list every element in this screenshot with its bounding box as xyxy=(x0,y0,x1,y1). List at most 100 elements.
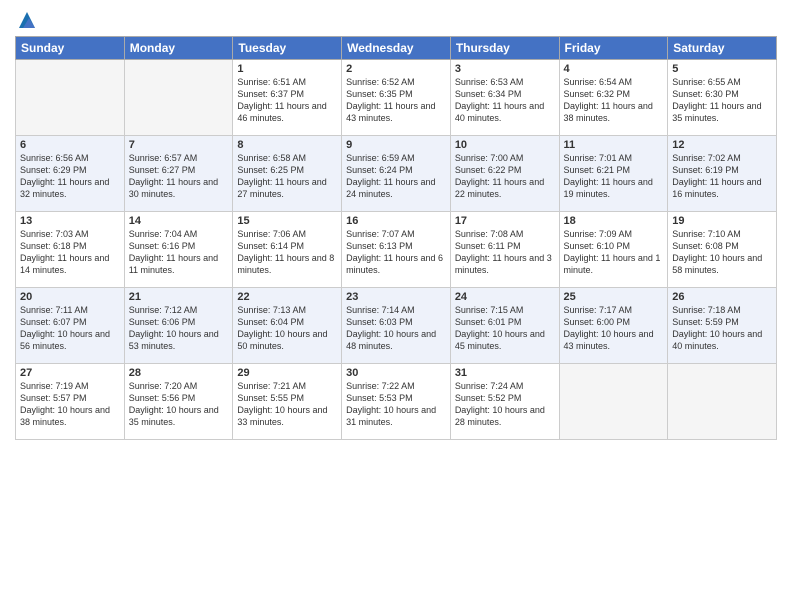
day-info: Sunrise: 7:18 AM Sunset: 5:59 PM Dayligh… xyxy=(672,304,772,353)
day-number: 5 xyxy=(672,63,772,75)
calendar-cell: 26Sunrise: 7:18 AM Sunset: 5:59 PM Dayli… xyxy=(668,288,777,364)
day-info: Sunrise: 7:14 AM Sunset: 6:03 PM Dayligh… xyxy=(346,304,446,353)
day-number: 17 xyxy=(455,215,555,227)
day-info: Sunrise: 7:09 AM Sunset: 6:10 PM Dayligh… xyxy=(564,228,664,277)
calendar-cell: 11Sunrise: 7:01 AM Sunset: 6:21 PM Dayli… xyxy=(559,136,668,212)
week-row-3: 13Sunrise: 7:03 AM Sunset: 6:18 PM Dayli… xyxy=(16,212,777,288)
day-number: 21 xyxy=(129,291,229,303)
calendar-cell: 19Sunrise: 7:10 AM Sunset: 6:08 PM Dayli… xyxy=(668,212,777,288)
calendar-cell: 21Sunrise: 7:12 AM Sunset: 6:06 PM Dayli… xyxy=(124,288,233,364)
day-info: Sunrise: 7:08 AM Sunset: 6:11 PM Dayligh… xyxy=(455,228,555,277)
calendar-cell: 10Sunrise: 7:00 AM Sunset: 6:22 PM Dayli… xyxy=(450,136,559,212)
day-header-saturday: Saturday xyxy=(668,37,777,60)
calendar-cell: 25Sunrise: 7:17 AM Sunset: 6:00 PM Dayli… xyxy=(559,288,668,364)
day-number: 25 xyxy=(564,291,664,303)
day-number: 15 xyxy=(237,215,337,227)
calendar-table: SundayMondayTuesdayWednesdayThursdayFrid… xyxy=(15,36,777,440)
calendar-cell: 13Sunrise: 7:03 AM Sunset: 6:18 PM Dayli… xyxy=(16,212,125,288)
day-header-thursday: Thursday xyxy=(450,37,559,60)
day-number: 13 xyxy=(20,215,120,227)
day-header-friday: Friday xyxy=(559,37,668,60)
day-info: Sunrise: 7:03 AM Sunset: 6:18 PM Dayligh… xyxy=(20,228,120,277)
header-row: SundayMondayTuesdayWednesdayThursdayFrid… xyxy=(16,37,777,60)
day-info: Sunrise: 7:20 AM Sunset: 5:56 PM Dayligh… xyxy=(129,380,229,429)
day-info: Sunrise: 6:52 AM Sunset: 6:35 PM Dayligh… xyxy=(346,76,446,125)
day-header-sunday: Sunday xyxy=(16,37,125,60)
day-info: Sunrise: 7:10 AM Sunset: 6:08 PM Dayligh… xyxy=(672,228,772,277)
calendar-cell: 8Sunrise: 6:58 AM Sunset: 6:25 PM Daylig… xyxy=(233,136,342,212)
calendar-cell: 6Sunrise: 6:56 AM Sunset: 6:29 PM Daylig… xyxy=(16,136,125,212)
day-header-tuesday: Tuesday xyxy=(233,37,342,60)
day-info: Sunrise: 7:06 AM Sunset: 6:14 PM Dayligh… xyxy=(237,228,337,277)
day-number: 1 xyxy=(237,63,337,75)
day-info: Sunrise: 6:57 AM Sunset: 6:27 PM Dayligh… xyxy=(129,152,229,201)
calendar-cell: 22Sunrise: 7:13 AM Sunset: 6:04 PM Dayli… xyxy=(233,288,342,364)
week-row-2: 6Sunrise: 6:56 AM Sunset: 6:29 PM Daylig… xyxy=(16,136,777,212)
calendar-cell: 7Sunrise: 6:57 AM Sunset: 6:27 PM Daylig… xyxy=(124,136,233,212)
calendar-cell: 30Sunrise: 7:22 AM Sunset: 5:53 PM Dayli… xyxy=(342,364,451,440)
calendar-cell: 28Sunrise: 7:20 AM Sunset: 5:56 PM Dayli… xyxy=(124,364,233,440)
week-row-4: 20Sunrise: 7:11 AM Sunset: 6:07 PM Dayli… xyxy=(16,288,777,364)
logo xyxy=(15,10,37,30)
day-info: Sunrise: 7:11 AM Sunset: 6:07 PM Dayligh… xyxy=(20,304,120,353)
calendar-cell xyxy=(16,60,125,136)
day-number: 16 xyxy=(346,215,446,227)
day-info: Sunrise: 7:07 AM Sunset: 6:13 PM Dayligh… xyxy=(346,228,446,277)
day-number: 9 xyxy=(346,139,446,151)
day-number: 11 xyxy=(564,139,664,151)
day-info: Sunrise: 7:15 AM Sunset: 6:01 PM Dayligh… xyxy=(455,304,555,353)
day-info: Sunrise: 7:21 AM Sunset: 5:55 PM Dayligh… xyxy=(237,380,337,429)
calendar-cell: 15Sunrise: 7:06 AM Sunset: 6:14 PM Dayli… xyxy=(233,212,342,288)
calendar-cell xyxy=(668,364,777,440)
day-info: Sunrise: 6:51 AM Sunset: 6:37 PM Dayligh… xyxy=(237,76,337,125)
day-info: Sunrise: 6:55 AM Sunset: 6:30 PM Dayligh… xyxy=(672,76,772,125)
week-row-1: 1Sunrise: 6:51 AM Sunset: 6:37 PM Daylig… xyxy=(16,60,777,136)
day-info: Sunrise: 6:53 AM Sunset: 6:34 PM Dayligh… xyxy=(455,76,555,125)
calendar-cell: 4Sunrise: 6:54 AM Sunset: 6:32 PM Daylig… xyxy=(559,60,668,136)
calendar-cell: 16Sunrise: 7:07 AM Sunset: 6:13 PM Dayli… xyxy=(342,212,451,288)
calendar-cell: 12Sunrise: 7:02 AM Sunset: 6:19 PM Dayli… xyxy=(668,136,777,212)
day-number: 31 xyxy=(455,367,555,379)
calendar-cell: 31Sunrise: 7:24 AM Sunset: 5:52 PM Dayli… xyxy=(450,364,559,440)
day-number: 29 xyxy=(237,367,337,379)
day-info: Sunrise: 7:01 AM Sunset: 6:21 PM Dayligh… xyxy=(564,152,664,201)
day-number: 26 xyxy=(672,291,772,303)
day-number: 2 xyxy=(346,63,446,75)
calendar-cell: 27Sunrise: 7:19 AM Sunset: 5:57 PM Dayli… xyxy=(16,364,125,440)
day-number: 12 xyxy=(672,139,772,151)
calendar-cell: 20Sunrise: 7:11 AM Sunset: 6:07 PM Dayli… xyxy=(16,288,125,364)
day-number: 3 xyxy=(455,63,555,75)
day-info: Sunrise: 7:13 AM Sunset: 6:04 PM Dayligh… xyxy=(237,304,337,353)
day-info: Sunrise: 7:19 AM Sunset: 5:57 PM Dayligh… xyxy=(20,380,120,429)
week-row-5: 27Sunrise: 7:19 AM Sunset: 5:57 PM Dayli… xyxy=(16,364,777,440)
calendar-cell: 1Sunrise: 6:51 AM Sunset: 6:37 PM Daylig… xyxy=(233,60,342,136)
day-number: 14 xyxy=(129,215,229,227)
calendar-cell: 14Sunrise: 7:04 AM Sunset: 6:16 PM Dayli… xyxy=(124,212,233,288)
day-number: 24 xyxy=(455,291,555,303)
day-header-monday: Monday xyxy=(124,37,233,60)
day-info: Sunrise: 7:12 AM Sunset: 6:06 PM Dayligh… xyxy=(129,304,229,353)
calendar-cell: 2Sunrise: 6:52 AM Sunset: 6:35 PM Daylig… xyxy=(342,60,451,136)
day-info: Sunrise: 6:59 AM Sunset: 6:24 PM Dayligh… xyxy=(346,152,446,201)
day-number: 30 xyxy=(346,367,446,379)
day-number: 6 xyxy=(20,139,120,151)
calendar-cell xyxy=(124,60,233,136)
day-header-wednesday: Wednesday xyxy=(342,37,451,60)
day-number: 4 xyxy=(564,63,664,75)
day-number: 18 xyxy=(564,215,664,227)
day-number: 7 xyxy=(129,139,229,151)
page: SundayMondayTuesdayWednesdayThursdayFrid… xyxy=(0,0,792,612)
calendar-cell: 5Sunrise: 6:55 AM Sunset: 6:30 PM Daylig… xyxy=(668,60,777,136)
day-number: 28 xyxy=(129,367,229,379)
calendar-cell: 18Sunrise: 7:09 AM Sunset: 6:10 PM Dayli… xyxy=(559,212,668,288)
calendar-cell xyxy=(559,364,668,440)
day-info: Sunrise: 7:24 AM Sunset: 5:52 PM Dayligh… xyxy=(455,380,555,429)
day-number: 19 xyxy=(672,215,772,227)
day-info: Sunrise: 7:22 AM Sunset: 5:53 PM Dayligh… xyxy=(346,380,446,429)
calendar-cell: 17Sunrise: 7:08 AM Sunset: 6:11 PM Dayli… xyxy=(450,212,559,288)
calendar-cell: 24Sunrise: 7:15 AM Sunset: 6:01 PM Dayli… xyxy=(450,288,559,364)
day-number: 10 xyxy=(455,139,555,151)
day-number: 20 xyxy=(20,291,120,303)
day-info: Sunrise: 7:17 AM Sunset: 6:00 PM Dayligh… xyxy=(564,304,664,353)
day-number: 22 xyxy=(237,291,337,303)
